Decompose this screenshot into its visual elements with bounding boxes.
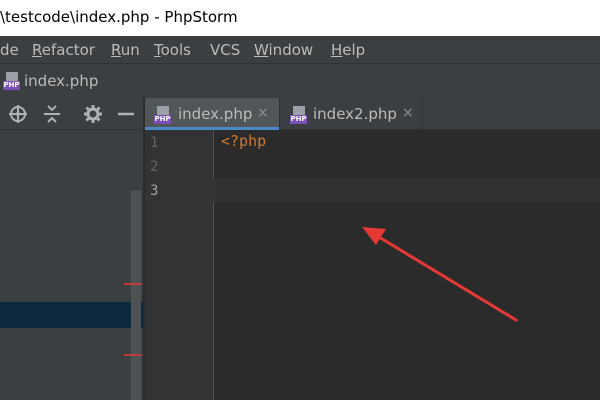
annotation-arrow <box>362 227 518 322</box>
